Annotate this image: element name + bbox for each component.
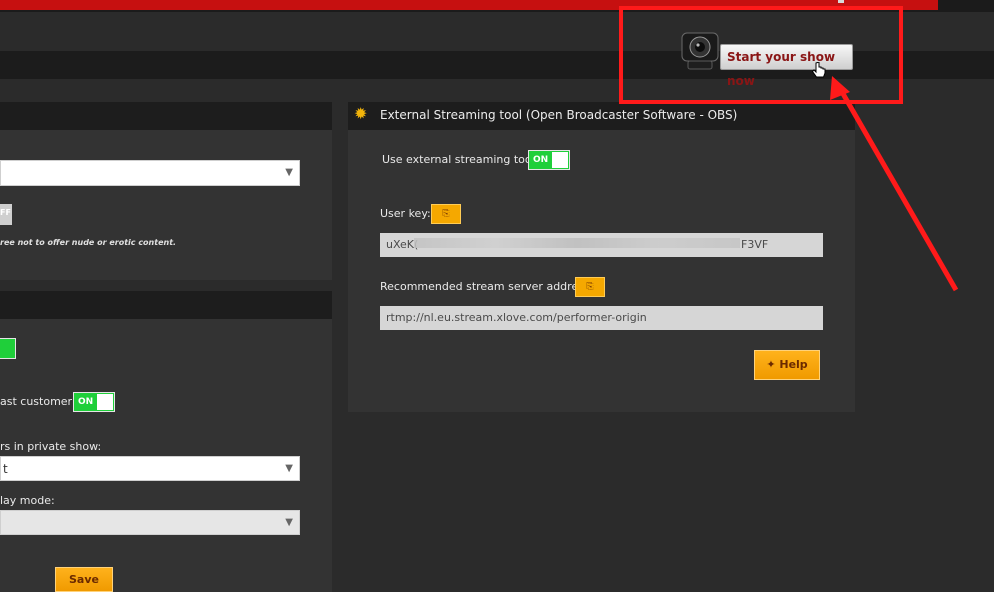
annotation-arrow xyxy=(830,76,959,292)
